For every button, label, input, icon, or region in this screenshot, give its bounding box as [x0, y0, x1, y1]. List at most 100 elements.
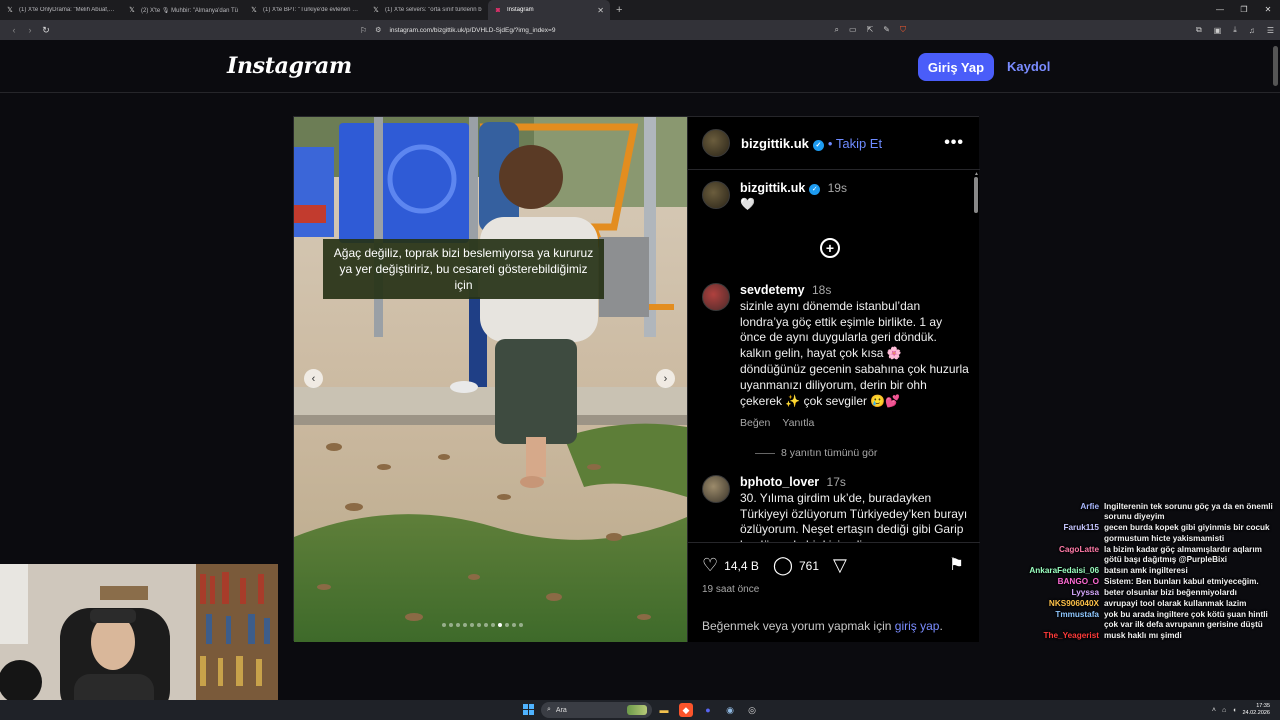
divider [755, 452, 775, 454]
comment-text: 30. Yılıma girdim uk’de, buradayken Türk… [740, 490, 968, 542]
login-prompt-text: Beğenmek veya yorum yapmak için [702, 619, 892, 633]
chat-username[interactable]: Arfie [1018, 502, 1104, 523]
page-scrollbar[interactable] [1273, 46, 1278, 86]
view-replies-link[interactable]: 8 yanıtın tümünü gör [755, 447, 877, 459]
browser-tab[interactable]: 𝕏 (1) X'te BPT: "Türkiye'de evlenen gffl [244, 0, 366, 20]
like-comment-button[interactable]: Beğen [740, 416, 770, 432]
close-window-icon[interactable]: ✕ [1256, 0, 1280, 20]
signup-link[interactable]: Kaydol [1007, 59, 1050, 74]
carousel-dot [456, 623, 460, 627]
file-explorer-icon[interactable]: ▬ [657, 703, 671, 717]
screenshot-icon[interactable]: ▭ [849, 25, 857, 35]
url-field[interactable]: ⚐ ⚙ instagram.com/bizgittik.uk/p/DVHLD-S… [352, 22, 912, 38]
media-icon[interactable]: ♫ [1249, 26, 1255, 35]
webcam-overlay [0, 564, 278, 720]
instagram-logo[interactable]: Instagram [227, 53, 352, 79]
next-image-button[interactable]: › [656, 369, 675, 388]
comment-username[interactable]: bphoto_lover [740, 475, 819, 489]
search-highlight-image [627, 705, 647, 715]
comments-scrollbar[interactable] [974, 177, 978, 213]
carousel-dot [442, 623, 446, 627]
chat-username[interactable]: BANGO_O [1018, 577, 1104, 587]
edit-icon[interactable]: ✎ [883, 25, 890, 35]
chat-text: musk haklı mı şimdi [1104, 630, 1182, 640]
minimize-icon[interactable]: — [1208, 0, 1232, 20]
avatar[interactable] [702, 475, 730, 503]
forward-icon[interactable]: › [22, 25, 38, 35]
site-info-icon[interactable]: ⚙ [375, 26, 381, 34]
restore-icon[interactable]: ❐ [1232, 0, 1256, 20]
chat-text: gecen burda kopek gibi giyinmis bir cocu… [1104, 523, 1270, 543]
author-username[interactable]: bizgittik.uk ✓ [741, 136, 824, 151]
chat-username[interactable]: Tmmustafa [1018, 610, 1104, 631]
download-icon[interactable]: ⤓ [1233, 25, 1237, 35]
steam-icon[interactable]: ◉ [723, 703, 737, 717]
more-options-icon[interactable]: ••• [944, 134, 964, 152]
chat-username[interactable]: Faruk115 [1018, 523, 1104, 544]
reload-icon[interactable]: ↻ [38, 25, 54, 36]
chat-username[interactable]: CagoLatte [1018, 545, 1104, 566]
comment-username[interactable]: sevdetemy [740, 283, 805, 297]
login-button[interactable]: Giriş Yap [918, 53, 994, 81]
chat-text: avrupayi tool olarak kullanmak lazim [1104, 598, 1247, 608]
carousel-dot [498, 623, 502, 627]
taskbar-search[interactable]: ⌕ Ara [541, 702, 652, 718]
comment-body: bphoto_lover 17s 30. Yılıma girdim uk’de… [740, 475, 970, 542]
browser-tab-active[interactable]: ◙ Instagram ✕ [488, 0, 610, 20]
comment-username[interactable]: bizgittik.uk [740, 181, 805, 195]
reply-button[interactable]: Yanıtla [782, 416, 814, 432]
bookmark-icon[interactable]: ⚑ [949, 555, 964, 575]
close-tab-icon[interactable]: ✕ [597, 6, 604, 15]
network-icon[interactable]: ⌂ [1222, 707, 1226, 714]
follow-button[interactable]: • Takip Et [828, 136, 882, 151]
clock-date: 24.02.2026 [1242, 710, 1270, 716]
browser-tab[interactable]: 𝕏 (2) X'te 🎙 Muhbir: "Almanya'dan Tü [122, 0, 244, 20]
zoom-icon[interactable]: ⌕ [835, 25, 839, 35]
verified-badge-icon: ✓ [812, 139, 824, 151]
back-icon[interactable]: ‹ [6, 25, 22, 35]
load-more-comments-icon[interactable]: + [820, 238, 840, 258]
previous-image-button[interactable]: ‹ [304, 369, 323, 388]
discord-icon[interactable]: ● [701, 703, 715, 717]
clock[interactable]: 17:35 24.02.2026 [1242, 703, 1270, 717]
post-media[interactable]: Ağaç değiliz, toprak bizi beslemiyorsa y… [294, 117, 687, 642]
browser-tab[interactable]: 𝕏 (1) X'te selvers: "orta sınıf türkleri… [366, 0, 488, 20]
avatar[interactable] [702, 181, 730, 209]
windows-start-icon[interactable] [523, 704, 534, 715]
volume-icon[interactable]: ◖ [1232, 707, 1236, 714]
bookmark-page-icon[interactable]: ⚐ [360, 26, 367, 35]
ig-header: Instagram Giriş Yap Kaydol [0, 40, 1280, 93]
chat-username[interactable]: NKS906040X [1018, 599, 1104, 609]
extensions-icon[interactable]: ⧉ [1196, 25, 1202, 35]
heart-icon[interactable]: ♡ [702, 555, 718, 576]
caption-overlay: Ağaç değiliz, toprak bizi beslemiyorsa y… [323, 239, 604, 299]
tab-title: (1) X'te BPT: "Türkiye'de evlenen gffl [263, 7, 360, 13]
clock-time: 17:35 [1256, 703, 1270, 709]
new-tab-icon[interactable]: + [610, 4, 628, 16]
carousel-dot [463, 623, 467, 627]
menu-icon[interactable]: ☰ [1267, 26, 1274, 35]
login-link[interactable]: giriş yap [895, 619, 940, 633]
webcam-image [0, 564, 278, 720]
comment-icon[interactable]: ◯ [773, 555, 793, 576]
screen: 𝕏 (1) X'te OnlyDrama: "Melih Abuaf, Yo 𝕏… [0, 0, 1280, 720]
avatar[interactable] [702, 283, 730, 311]
obs-icon[interactable]: ◎ [745, 703, 759, 717]
brave-browser-icon[interactable]: ◆ [679, 703, 693, 717]
search-icon: ⌕ [547, 706, 551, 713]
chat-username[interactable]: Lyyssa [1018, 588, 1104, 598]
brave-shield-icon[interactable]: ⛉ [900, 25, 906, 35]
chat-username[interactable]: The_Yeagerist [1018, 631, 1104, 641]
wallet-icon[interactable]: ▣ [1214, 26, 1222, 35]
browser-tab[interactable]: 𝕏 (1) X'te OnlyDrama: "Melih Abuaf, Yo [0, 0, 122, 20]
avatar[interactable] [702, 129, 730, 157]
chevron-up-icon[interactable]: ˄ [1212, 707, 1216, 714]
chat-text: Ingilterenin tek sorunu göç ya da en öne… [1104, 502, 1273, 522]
share-icon[interactable]: ⇱ [867, 25, 874, 35]
comment-time: 18s [811, 283, 832, 297]
tab-title: Instagram [507, 7, 534, 13]
x-logo-icon: 𝕏 [373, 7, 379, 14]
comments-list[interactable]: ▲ bizgittik.uk ✓ 19s 🤍 + sevdetemy 18s s… [688, 171, 980, 542]
chat-username[interactable]: AnkaraFedaisi_06 [1018, 566, 1104, 576]
share-icon[interactable]: ▽ [833, 555, 847, 576]
